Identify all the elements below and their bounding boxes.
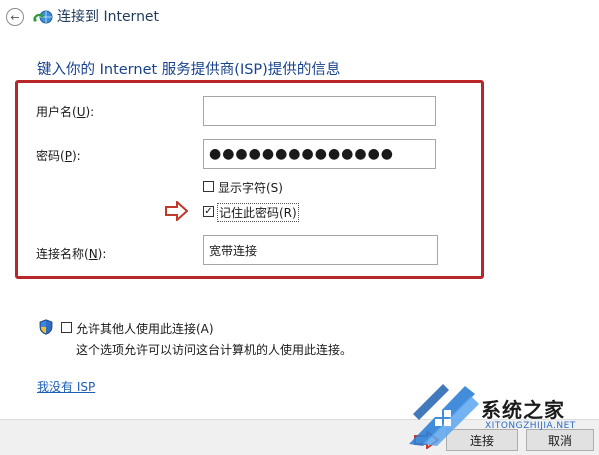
password-input[interactable] [203,139,436,169]
password-label-suffix: ): [71,149,81,163]
username-input[interactable] [203,96,436,126]
remember-password-label: 记住此密码(R) [217,203,299,222]
back-button[interactable]: ← [6,8,24,26]
site-watermark: 系统之家 XITONGZHIJIA.NET [405,380,599,455]
section-title: 键入你的 Internet 服务提供商(ISP)提供的信息 [37,62,341,78]
username-label-suffix: ): [85,105,95,119]
connection-name-label-prefix: 连接名称( [36,247,89,261]
username-label: 用户名(U): [36,103,94,120]
allow-others-label: 允许其他人使用此连接(A) [76,322,214,336]
password-label-accel: P [64,149,72,163]
watermark-logo-icon [409,384,479,446]
password-label-prefix: 密码( [36,149,65,163]
no-isp-link[interactable]: 我没有 ISP [37,378,95,395]
right-pointer-arrow-icon [165,201,188,221]
window-header: ← 连接到 Internet [0,0,599,36]
allow-others-checkbox[interactable] [61,322,72,333]
watermark-name: 系统之家 [481,398,565,422]
back-arrow-icon: ← [10,10,20,24]
connection-name-label-suffix: ): [97,247,107,261]
remember-password-checkbox[interactable]: ✓ [203,206,214,217]
uac-shield-icon [39,319,53,335]
network-globe-icon [33,10,53,24]
allow-others-description: 这个选项允许可以访问这台计算机的人使用此连接。 [76,343,353,357]
connection-name-label-accel: N [88,247,98,261]
watermark-url: XITONGZHIJIA.NET [485,421,576,431]
password-label: 密码(P): [36,147,81,164]
username-label-prefix: 用户名( [36,105,77,119]
connection-name-label: 连接名称(N): [36,245,106,262]
connection-name-input[interactable] [203,235,438,265]
window-title: 连接到 Internet [57,9,160,25]
show-chars-checkbox[interactable] [203,181,214,192]
show-chars-label: 显示字符(S) [218,181,283,195]
